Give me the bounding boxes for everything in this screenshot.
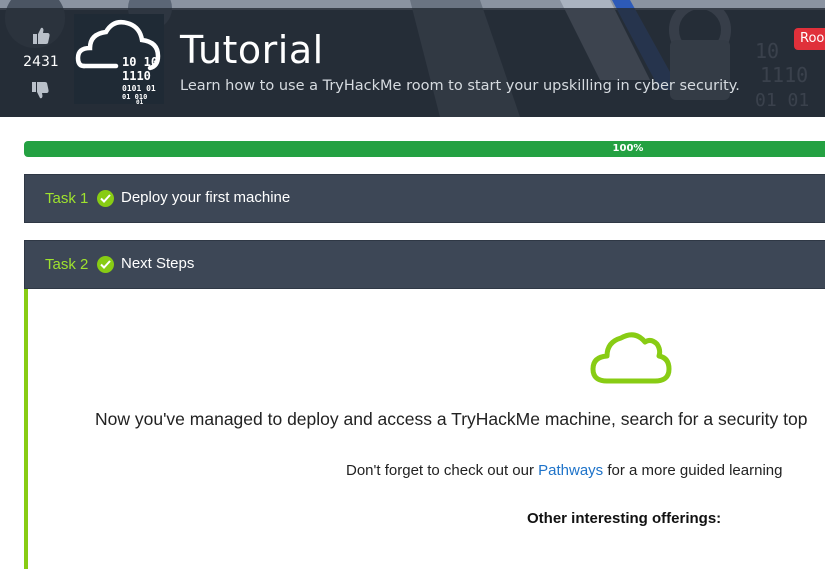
task-number: Task 2 — [45, 256, 89, 273]
svg-text:1110: 1110 — [122, 69, 151, 83]
upvote-button[interactable] — [18, 26, 64, 46]
svg-text:01 010: 01 010 — [122, 93, 147, 101]
pathways-link[interactable]: Pathways — [538, 462, 603, 479]
task-title: Next Steps — [121, 255, 195, 272]
svg-text:01: 01 — [136, 99, 144, 104]
pathways-text-after: for a more guided learning — [603, 462, 783, 479]
task-2-header[interactable]: Task 2 Next Steps — [24, 240, 825, 289]
downvote-button[interactable] — [30, 80, 50, 104]
task-title: Deploy your first machine — [121, 189, 291, 206]
cloud-binary-icon: 10 10 1110 0101 01 01 010 01 — [75, 20, 161, 106]
room-type-badge: Roo — [794, 28, 825, 50]
room-title: Tutorial — [180, 28, 324, 72]
vote-count: 2431 — [23, 54, 59, 70]
room-banner: 10 1110 01 01 2431 10 10 1110 0101 01 01… — [0, 0, 825, 117]
svg-text:0101 01: 0101 01 — [122, 84, 156, 93]
task-number: Task 1 — [45, 190, 89, 207]
task-1-header[interactable]: Task 1 Deploy your first machine — [24, 174, 825, 223]
pathways-text: Don't forget to check out our Pathways f… — [346, 462, 782, 479]
room-progress-label: 100% — [612, 143, 644, 154]
cloud-outline-icon — [590, 332, 672, 384]
check-circle-icon — [97, 190, 114, 207]
thumbs-down-icon — [32, 82, 49, 99]
room-subtitle: Learn how to use a TryHackMe room to sta… — [180, 78, 740, 94]
offerings-heading: Other interesting offerings: — [527, 510, 722, 527]
svg-text:10 10: 10 10 — [122, 55, 158, 69]
task-body-text: Now you've managed to deploy and access … — [95, 409, 808, 429]
thumbs-up-icon — [33, 27, 50, 44]
room-icon: 10 10 1110 0101 01 01 010 01 — [74, 14, 164, 106]
pathways-text-before: Don't forget to check out our — [346, 462, 539, 479]
check-circle-icon — [97, 256, 114, 273]
